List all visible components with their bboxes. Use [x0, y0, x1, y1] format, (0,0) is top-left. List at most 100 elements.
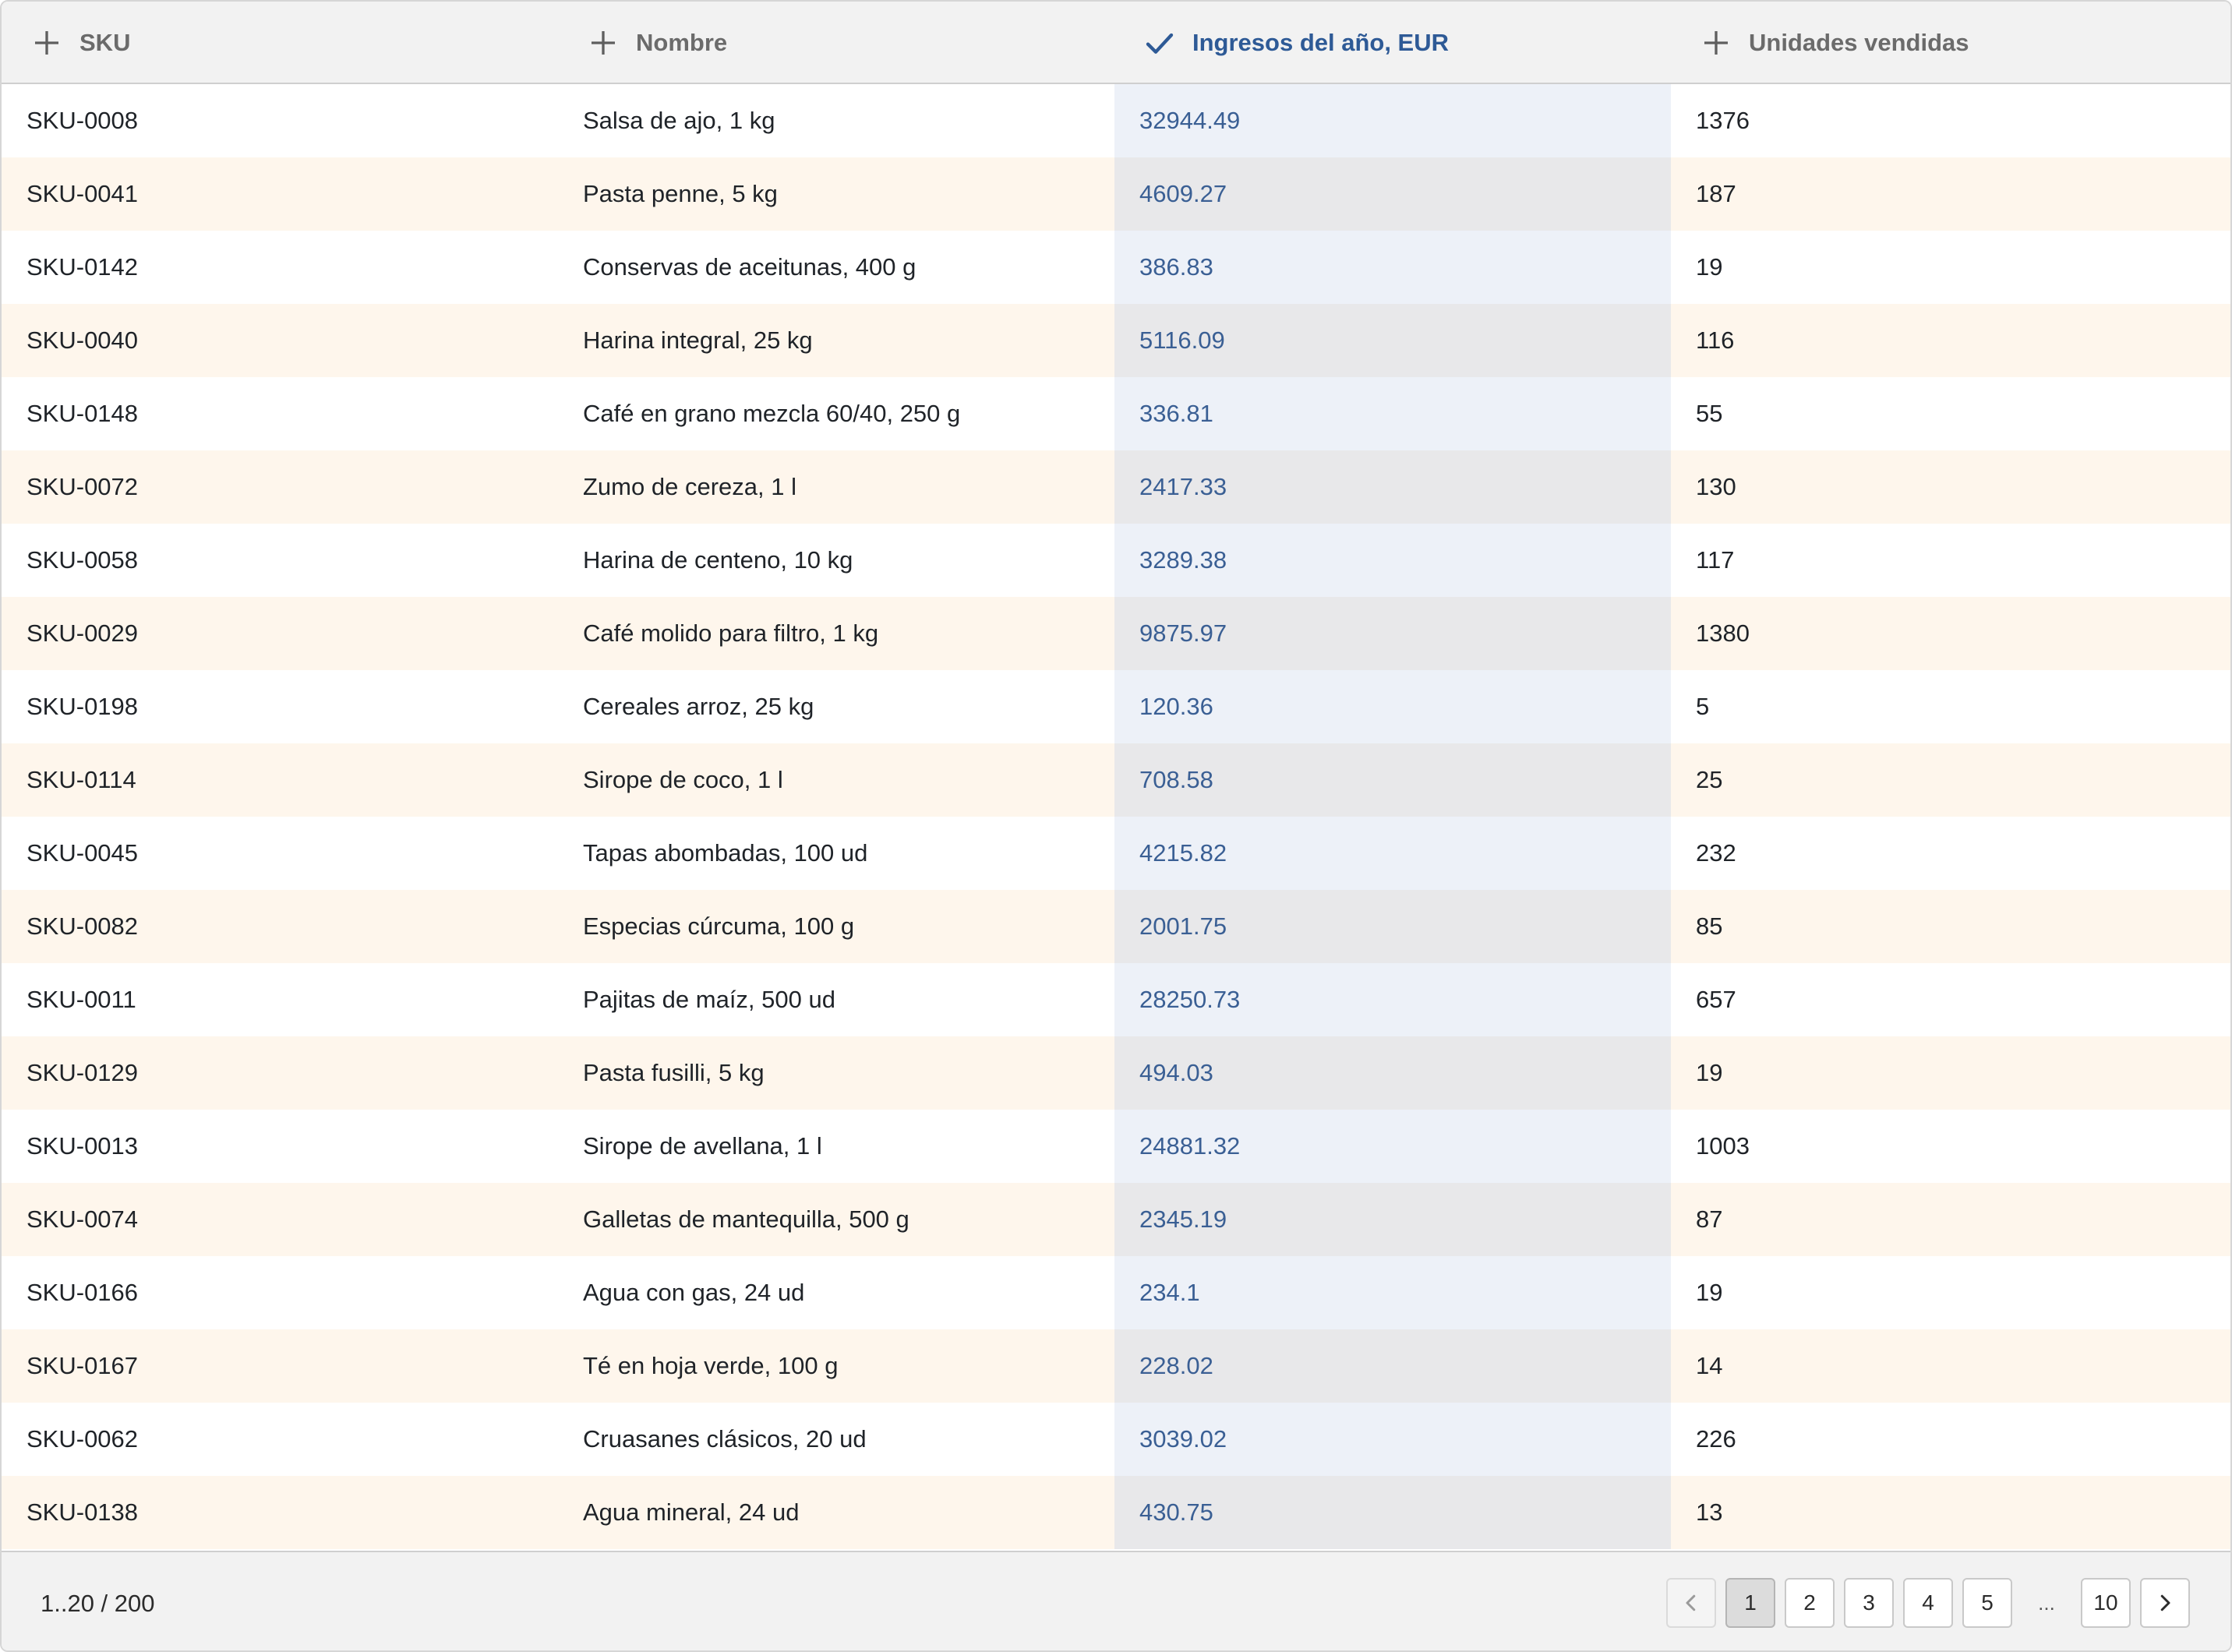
unidades-cell: 25 — [1696, 766, 1723, 793]
sku-cell: SKU-0114 — [26, 766, 136, 793]
sku-cell: SKU-0041 — [26, 180, 139, 207]
ingresos-cell: 2345.19 — [1114, 1183, 1671, 1256]
sku-cell: SKU-0138 — [26, 1498, 139, 1526]
table-row[interactable]: SKU-0138 Agua mineral, 24 ud 430.75 13 — [2, 1476, 2230, 1549]
prev-page-button[interactable] — [1666, 1578, 1716, 1628]
table-row[interactable]: SKU-0011 Pajitas de maíz, 500 ud 28250.73 6… — [2, 963, 2230, 1036]
page-button-10[interactable]: 10 — [2081, 1578, 2131, 1628]
sku-cell: SKU-0011 — [26, 986, 136, 1013]
nombre-cell: Pajitas de maíz, 500 ud — [583, 986, 835, 1013]
unidades-cell: 117 — [1696, 546, 1735, 574]
unidades-cell: 1003 — [1696, 1132, 1750, 1160]
sku-cell: SKU-0008 — [26, 107, 139, 134]
unidades-cell: 19 — [1696, 1279, 1723, 1306]
grid-header: SKU Nombre Ingresos del año, EUR Unidade… — [2, 2, 2230, 84]
check-icon[interactable] — [1144, 27, 1175, 58]
table-row[interactable]: SKU-0142 Conservas de aceitunas, 400 g 386… — [2, 231, 2230, 304]
table-row[interactable]: SKU-0013 Sirope de avellana, 1 l 24881.32 1… — [2, 1110, 2230, 1183]
table-row[interactable]: SKU-0072 Zumo de cereza, 1 l 2417.33 130 — [2, 450, 2230, 524]
ingresos-cell: 24881.32 — [1114, 1110, 1671, 1183]
table-row[interactable]: SKU-0058 Harina de centeno, 10 kg 3289.38 1… — [2, 524, 2230, 597]
table-row[interactable]: SKU-0148 Café en grano mezcla 60/40, 250 … — [2, 377, 2230, 450]
nombre-cell: Cereales arroz, 25 kg — [583, 693, 814, 720]
nombre-cell: Café molido para filtro, 1 kg — [583, 620, 879, 647]
pagination: 1 2 3 4 5 ... 10 — [1657, 1578, 2190, 1628]
chevron-right-icon — [2160, 1594, 2170, 1611]
next-page-button[interactable] — [2140, 1578, 2190, 1628]
page-button-3[interactable]: 3 — [1844, 1578, 1894, 1628]
unidades-cell: 5 — [1696, 693, 1710, 720]
column-header-nombre[interactable]: Nombre — [558, 2, 1114, 84]
data-grid: SKU Nombre Ingresos del año, EUR Unidade… — [0, 0, 2232, 1652]
unidades-cell: 226 — [1696, 1425, 1736, 1453]
nombre-cell: Salsa de ajo, 1 kg — [583, 107, 775, 134]
pagination-ellipsis: ... — [2038, 1590, 2055, 1615]
plus-icon[interactable] — [588, 27, 619, 58]
nombre-cell: Galletas de mantequilla, 500 g — [583, 1205, 909, 1233]
table-row[interactable]: SKU-0040 Harina integral, 25 kg 5116.09 116 — [2, 304, 2230, 377]
column-header-label: Nombre — [636, 29, 728, 56]
nombre-cell: Harina de centeno, 10 kg — [583, 546, 853, 574]
chevron-left-icon — [1686, 1594, 1696, 1611]
sku-cell: SKU-0072 — [26, 473, 139, 500]
unidades-cell: 1380 — [1696, 620, 1750, 647]
nombre-cell: Cruasanes clásicos, 20 ud — [583, 1425, 867, 1453]
ingresos-cell: 430.75 — [1114, 1476, 1671, 1549]
table-row[interactable]: SKU-0045 Tapas abombadas, 100 ud 4215.82 23… — [2, 817, 2230, 890]
ingresos-cell: 4609.27 — [1114, 157, 1671, 231]
grid-body: SKU-0008 Salsa de ajo, 1 kg 32944.49 1376 SK… — [2, 84, 2230, 1549]
page-range: 1..20 / 200 — [41, 1590, 155, 1617]
ingresos-cell: 32944.49 — [1114, 84, 1671, 157]
ingresos-cell: 28250.73 — [1114, 963, 1671, 1036]
nombre-cell: Sirope de coco, 1 l — [583, 766, 783, 793]
ingresos-cell: 336.81 — [1114, 377, 1671, 450]
nombre-cell: Pasta fusilli, 5 kg — [583, 1059, 765, 1086]
table-row[interactable]: SKU-0114 Sirope de coco, 1 l 708.58 25 — [2, 743, 2230, 817]
nombre-cell: Sirope de avellana, 1 l — [583, 1132, 822, 1160]
column-header-label: Unidades vendidas — [1749, 29, 1969, 56]
ingresos-cell: 3039.02 — [1114, 1403, 1671, 1476]
column-header-sku[interactable]: SKU — [2, 2, 558, 84]
sku-cell: SKU-0045 — [26, 839, 139, 867]
table-row[interactable]: SKU-0029 Café molido para filtro, 1 kg 987… — [2, 597, 2230, 670]
unidades-cell: 85 — [1696, 912, 1723, 940]
table-row[interactable]: SKU-0082 Especias cúrcuma, 100 g 2001.75 85 — [2, 890, 2230, 963]
column-header-label: SKU — [79, 29, 131, 56]
nombre-cell: Pasta penne, 5 kg — [583, 180, 778, 207]
unidades-cell: 19 — [1696, 253, 1723, 281]
nombre-cell: Agua mineral, 24 ud — [583, 1498, 800, 1526]
sku-cell: SKU-0062 — [26, 1425, 139, 1453]
ingresos-cell: 3289.38 — [1114, 524, 1671, 597]
sku-cell: SKU-0142 — [26, 253, 139, 281]
sku-cell: SKU-0166 — [26, 1279, 139, 1306]
page-button-5[interactable]: 5 — [1962, 1578, 2012, 1628]
table-row[interactable]: SKU-0008 Salsa de ajo, 1 kg 32944.49 1376 — [2, 84, 2230, 157]
unidades-cell: 1376 — [1696, 107, 1750, 134]
page-button-1[interactable]: 1 — [1725, 1578, 1775, 1628]
unidades-cell: 19 — [1696, 1059, 1723, 1086]
plus-icon[interactable] — [31, 27, 62, 58]
sku-cell: SKU-0198 — [26, 693, 139, 720]
column-header-label: Ingresos del año, EUR — [1192, 29, 1450, 56]
nombre-cell: Harina integral, 25 kg — [583, 327, 813, 354]
column-header-ingresos[interactable]: Ingresos del año, EUR — [1114, 2, 1671, 84]
table-row[interactable]: SKU-0129 Pasta fusilli, 5 kg 494.03 19 — [2, 1036, 2230, 1110]
table-row[interactable]: SKU-0198 Cereales arroz, 25 kg 120.36 5 — [2, 670, 2230, 743]
sku-cell: SKU-0074 — [26, 1205, 139, 1233]
table-row[interactable]: SKU-0041 Pasta penne, 5 kg 4609.27 187 — [2, 157, 2230, 231]
column-header-unidades[interactable]: Unidades vendidas — [1671, 2, 2230, 84]
page-button-2[interactable]: 2 — [1785, 1578, 1835, 1628]
table-row[interactable]: SKU-0166 Agua con gas, 24 ud 234.1 19 — [2, 1256, 2230, 1329]
page-button-4[interactable]: 4 — [1903, 1578, 1953, 1628]
table-row[interactable]: SKU-0167 Té en hoja verde, 100 g 228.02 14 — [2, 1329, 2230, 1403]
unidades-cell: 14 — [1696, 1352, 1723, 1379]
table-row[interactable]: SKU-0062 Cruasanes clásicos, 20 ud 3039.02… — [2, 1403, 2230, 1476]
ingresos-cell: 120.36 — [1114, 670, 1671, 743]
plus-icon[interactable] — [1700, 27, 1732, 58]
table-row[interactable]: SKU-0074 Galletas de mantequilla, 500 g 23… — [2, 1183, 2230, 1256]
unidades-cell: 13 — [1696, 1498, 1723, 1526]
sku-cell: SKU-0040 — [26, 327, 139, 354]
ingresos-cell: 228.02 — [1114, 1329, 1671, 1403]
sku-cell: SKU-0058 — [26, 546, 139, 574]
nombre-cell: Té en hoja verde, 100 g — [583, 1352, 839, 1379]
